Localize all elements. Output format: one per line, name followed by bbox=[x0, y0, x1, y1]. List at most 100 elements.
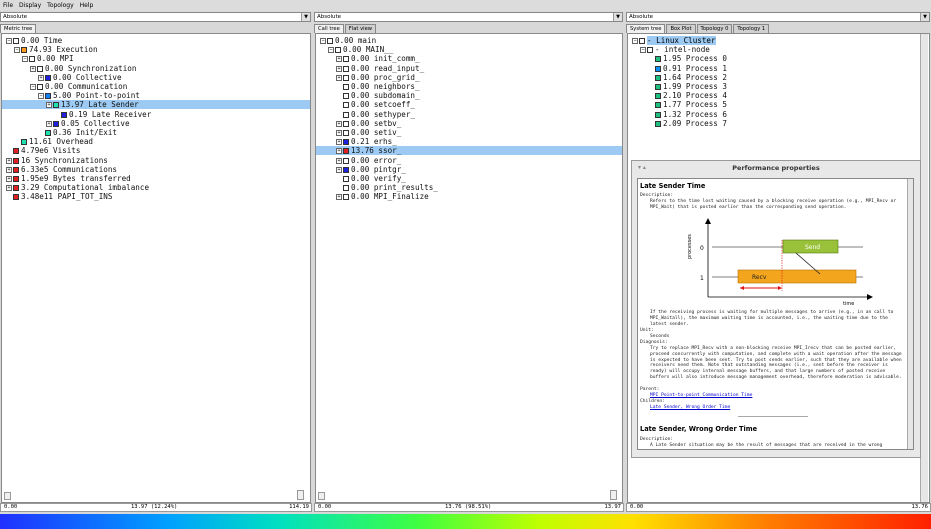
tab-metric-tree[interactable]: Metric tree bbox=[0, 24, 37, 33]
tab-system-tree[interactable]: System tree bbox=[626, 24, 666, 33]
metric-node[interactable]: − 74.93 Execution bbox=[2, 45, 310, 54]
system-node[interactable]: − - Linux Cluster bbox=[628, 36, 929, 45]
system-node[interactable]: 1.77 Process 5 bbox=[628, 100, 929, 109]
call-node[interactable]: +0.00 setbv_ bbox=[316, 119, 622, 128]
system-node[interactable]: − - intel-node bbox=[628, 45, 929, 54]
metric-node[interactable]: +6.33e5 Communications bbox=[2, 165, 310, 174]
properties-document[interactable]: Late Sender Time Description: Refers to … bbox=[637, 178, 914, 450]
tab-topology-1[interactable]: Topology 1 bbox=[733, 24, 770, 33]
call-node[interactable]: 0.00 neighbors_ bbox=[316, 82, 622, 91]
expand-icon[interactable]: + bbox=[38, 74, 44, 81]
metric-node[interactable]: +1.95e9 Bytes transferred bbox=[2, 174, 310, 183]
call-node[interactable]: +0.00 MPI_Finalize bbox=[316, 192, 622, 201]
collapse-icon[interactable]: − bbox=[22, 56, 28, 63]
call-tree[interactable]: −0.00 main −0.00 MAIN__ +0.00 init_comm_ +0… bbox=[315, 33, 623, 503]
collapse-icon[interactable]: − bbox=[30, 84, 36, 90]
chevron-down-icon[interactable]: ▼ bbox=[920, 13, 929, 21]
system-node[interactable]: 1.95 Process 0 bbox=[628, 54, 929, 63]
metric-node[interactable]: 0.19 Late Receiver bbox=[2, 110, 310, 119]
system-value-mode-select[interactable]: Absolute ▼ bbox=[626, 12, 930, 22]
metric-node[interactable]: − 0.00 Time bbox=[2, 36, 310, 45]
expand-icon[interactable]: + bbox=[336, 166, 342, 173]
call-node[interactable]: +0.21 erhs_ bbox=[316, 137, 622, 146]
collapse-icon[interactable]: − bbox=[640, 47, 646, 54]
expand-icon[interactable]: + bbox=[6, 157, 12, 164]
call-node[interactable]: 0.00 sethyper_ bbox=[316, 110, 622, 119]
metric-node[interactable]: 11.61 Overhead bbox=[2, 137, 310, 146]
system-node[interactable]: 1.99 Process 3 bbox=[628, 82, 929, 91]
call-node[interactable]: 0.00 verify_ bbox=[316, 174, 622, 183]
metric-node[interactable]: +16 Synchronizations bbox=[2, 156, 310, 165]
call-node[interactable]: 0.00 print_results_ bbox=[316, 183, 622, 192]
tab-flat-view[interactable]: Flat view bbox=[344, 24, 377, 33]
metric-tree[interactable]: −0.00 Time −74.93 Execution −0.00 MPI +0.00… bbox=[1, 33, 311, 503]
resize-grip-icon[interactable] bbox=[610, 490, 617, 500]
expand-icon[interactable]: + bbox=[46, 120, 52, 127]
call-node[interactable]: +13.76 ssor_ bbox=[316, 146, 622, 156]
expand-icon[interactable]: + bbox=[6, 166, 12, 173]
menu-file[interactable]: File bbox=[3, 2, 13, 9]
expand-icon[interactable]: + bbox=[46, 102, 52, 109]
scroll-left-icon[interactable] bbox=[318, 492, 325, 500]
doc-scrollbar[interactable] bbox=[907, 179, 913, 449]
system-node[interactable]: 1.32 Process 6 bbox=[628, 110, 929, 119]
expand-icon[interactable]: + bbox=[336, 139, 342, 146]
menu-help[interactable]: Help bbox=[80, 2, 94, 9]
collapse-icon[interactable]: − bbox=[320, 38, 326, 44]
chevron-down-icon[interactable]: ▼ bbox=[613, 13, 622, 21]
scroll-left-icon[interactable] bbox=[4, 492, 11, 500]
menu-topology[interactable]: Topology bbox=[47, 2, 74, 9]
system-node[interactable]: 0.91 Process 1 bbox=[628, 64, 929, 73]
metric-node[interactable]: +0.00 Collective bbox=[2, 73, 310, 82]
collapse-icon[interactable]: − bbox=[328, 47, 334, 54]
collapse-icon[interactable]: − bbox=[38, 93, 44, 100]
call-node[interactable]: +0.00 setiv_ bbox=[316, 128, 622, 137]
call-node[interactable]: 0.00 subdomain_ bbox=[316, 91, 622, 100]
expand-icon[interactable]: + bbox=[6, 185, 12, 192]
metric-node[interactable]: 4.79e6 Visits bbox=[2, 146, 310, 155]
metric-node[interactable]: +0.00 Synchronization bbox=[2, 64, 310, 73]
chevron-down-icon[interactable]: ▼ bbox=[301, 13, 310, 21]
metric-node[interactable]: +3.29 Computational imbalance bbox=[2, 183, 310, 192]
metric-value-mode-select[interactable]: Absolute ▼ bbox=[0, 12, 311, 22]
expand-icon[interactable]: + bbox=[336, 65, 342, 72]
metric-node[interactable]: − 0.00 MPI bbox=[2, 54, 310, 63]
expand-icon[interactable]: + bbox=[336, 120, 342, 127]
parent-link[interactable]: MPI Point-to-point Communication Time bbox=[650, 393, 752, 398]
expand-icon[interactable]: + bbox=[336, 148, 342, 155]
expand-icon[interactable]: + bbox=[336, 74, 342, 81]
tab-call-tree[interactable]: Call tree bbox=[314, 24, 344, 33]
call-node[interactable]: +0.00 pintgr_ bbox=[316, 165, 622, 174]
expand-icon[interactable]: + bbox=[336, 56, 342, 63]
call-node[interactable]: +0.00 read_input_ bbox=[316, 64, 622, 73]
system-scrollbar[interactable] bbox=[920, 34, 928, 502]
metric-node[interactable]: − 0.00 Communication bbox=[2, 82, 310, 91]
system-node[interactable]: 2.10 Process 4 bbox=[628, 91, 929, 100]
resize-grip-icon[interactable] bbox=[297, 490, 304, 500]
system-node[interactable]: 1.64 Process 2 bbox=[628, 73, 929, 82]
expand-icon[interactable]: + bbox=[336, 157, 342, 164]
call-node[interactable]: +0.00 init_comm_ bbox=[316, 54, 622, 63]
menu-display[interactable]: Display bbox=[19, 2, 41, 9]
collapse-icon[interactable]: − bbox=[14, 47, 20, 54]
collapse-icon[interactable]: − bbox=[632, 38, 638, 44]
metric-node[interactable]: +0.05 Collective bbox=[2, 119, 310, 128]
call-node[interactable]: 0.00 setcoeff_ bbox=[316, 100, 622, 109]
collapse-icon[interactable]: − bbox=[6, 38, 12, 44]
tab-topology-0[interactable]: Topology 0 bbox=[696, 24, 733, 33]
metric-node[interactable]: +13.97 Late Sender bbox=[2, 100, 310, 110]
metric-node[interactable]: 0.36 Init/Exit bbox=[2, 128, 310, 137]
call-node[interactable]: − 0.00 main bbox=[316, 36, 622, 45]
expand-icon[interactable]: + bbox=[30, 65, 36, 72]
expand-icon[interactable]: + bbox=[336, 194, 342, 201]
children-link[interactable]: Late Sender, Wrong Order Time bbox=[650, 405, 730, 410]
call-node[interactable]: +0.00 proc_grid_ bbox=[316, 73, 622, 82]
expand-icon[interactable]: + bbox=[336, 130, 342, 136]
call-value-mode-select[interactable]: Absolute ▼ bbox=[314, 12, 623, 22]
expand-icon[interactable]: + bbox=[6, 176, 12, 182]
system-node[interactable]: 2.09 Process 7 bbox=[628, 119, 929, 128]
metric-node[interactable]: 3.48e11 PAPI_TOT_INS bbox=[2, 192, 310, 201]
metric-node[interactable]: − 5.00 Point-to-point bbox=[2, 91, 310, 100]
call-node[interactable]: +0.00 error_ bbox=[316, 156, 622, 165]
tab-box-plot[interactable]: Box Plot bbox=[666, 24, 696, 33]
